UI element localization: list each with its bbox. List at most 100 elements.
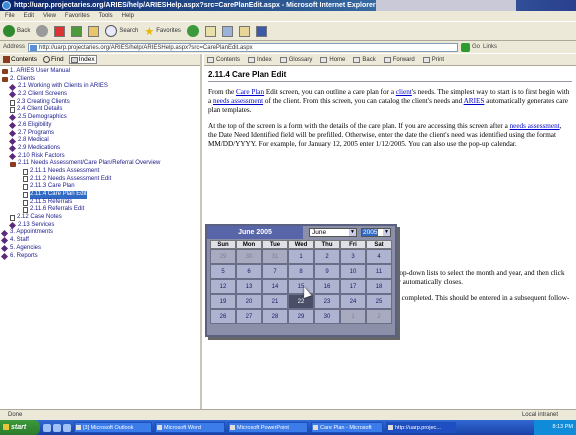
tab-contents[interactable]: Contents xyxy=(2,56,38,63)
tab-find[interactable]: Find xyxy=(42,56,65,63)
tree-item[interactable]: 2.2 Client Screens xyxy=(2,91,198,99)
year-select[interactable]: 2005 ▼ xyxy=(361,228,391,237)
tree-item[interactable]: 2.11.5 Referrals xyxy=(2,199,198,207)
calendar-day[interactable]: 9 xyxy=(314,264,340,279)
folder-icon[interactable] xyxy=(238,25,250,37)
calendar-day[interactable]: 14 xyxy=(262,279,288,294)
link-client[interactable]: client xyxy=(396,88,412,96)
calendar-day[interactable]: 27 xyxy=(236,309,262,324)
calendar-day[interactable]: 25 xyxy=(366,294,392,309)
mail-icon[interactable] xyxy=(204,25,216,37)
menu-file[interactable]: File xyxy=(5,11,15,21)
tree-item[interactable]: 2.4 Client Details xyxy=(2,106,198,114)
search-button[interactable]: Search xyxy=(105,25,138,37)
tree-item[interactable]: 2.8 Medical xyxy=(2,137,198,145)
calendar-day[interactable]: 2 xyxy=(366,309,392,324)
calendar-day[interactable]: 21 xyxy=(262,294,288,309)
calendar-day[interactable]: 7 xyxy=(262,264,288,279)
refresh-icon[interactable] xyxy=(71,25,83,37)
tree-item[interactable]: 2.11.6 Referrals Edit xyxy=(2,206,198,214)
calendar-day[interactable]: 30 xyxy=(314,309,340,324)
calendar-day[interactable]: 29 xyxy=(210,249,236,264)
help-forward-button[interactable]: Forward xyxy=(383,56,415,63)
back-button[interactable]: Back xyxy=(3,25,30,37)
calendar-day[interactable]: 3 xyxy=(340,249,366,264)
calendar-day[interactable]: 26 xyxy=(210,309,236,324)
help-index-button[interactable]: Index xyxy=(248,56,272,63)
calendar-day[interactable]: 6 xyxy=(236,264,262,279)
menu-view[interactable]: View xyxy=(43,11,56,21)
tree-item[interactable]: 2. Clients xyxy=(2,76,198,84)
tree-item[interactable]: 3. Appointments xyxy=(0,229,198,237)
messenger-icon[interactable] xyxy=(255,25,267,37)
calendar-day[interactable]: 4 xyxy=(366,249,392,264)
help-glossary-button[interactable]: Glossary xyxy=(279,56,312,63)
calendar-day[interactable]: 17 xyxy=(340,279,366,294)
calendar-day[interactable]: 18 xyxy=(366,279,392,294)
tree-item[interactable]: 2.9 Medications xyxy=(2,145,198,153)
tree-item[interactable]: 2.11 Needs Assessment/Care Plan/Referral… xyxy=(2,160,198,168)
tree-item[interactable]: 2.5 Demographics xyxy=(2,114,198,122)
quick-launch-desktop-icon[interactable] xyxy=(63,423,71,432)
tree-item[interactable]: 2.11.4 Care Plan Edit xyxy=(2,191,198,199)
tree-item[interactable]: 5. Agencies xyxy=(0,245,198,253)
tree-item[interactable]: 2.11.2 Needs Assessment Edit xyxy=(2,176,198,184)
link-needs-assessment[interactable]: needs assessment xyxy=(213,97,263,105)
calendar-day[interactable]: 8 xyxy=(288,264,314,279)
calendar-day[interactable]: 24 xyxy=(340,294,366,309)
task-care-plan[interactable]: Care Plan - Microsoft xyxy=(311,422,383,433)
calendar-day[interactable]: 1 xyxy=(340,309,366,324)
help-home-button[interactable]: Home xyxy=(320,56,345,63)
link-aries[interactable]: ARIES xyxy=(464,97,485,105)
link-care-plan[interactable]: Care Plan xyxy=(236,88,264,96)
tree-item[interactable]: 2.10 Risk Factors xyxy=(2,153,198,161)
quick-launch-ie-icon[interactable] xyxy=(43,423,51,432)
menu-help[interactable]: Help xyxy=(122,11,134,21)
calendar-day[interactable]: 12 xyxy=(210,279,236,294)
tree-item[interactable]: 2.11.1 Needs Assessment xyxy=(2,168,198,176)
tree-item[interactable]: 4. Staff xyxy=(0,237,198,245)
task-word[interactable]: Microsoft Word xyxy=(155,422,225,433)
calendar-day[interactable]: 5 xyxy=(210,264,236,279)
tree-item[interactable]: 2.3 Creating Clients xyxy=(2,99,198,107)
home-icon[interactable] xyxy=(88,25,100,37)
tree-item[interactable]: 2.6 Eligibility xyxy=(2,122,198,130)
tree-item[interactable]: 1. ARIES User Manual xyxy=(2,68,198,76)
calendar-day[interactable]: 10 xyxy=(340,264,366,279)
calendar-day[interactable]: 11 xyxy=(366,264,392,279)
calendar-day[interactable]: 22 xyxy=(288,294,314,309)
calendar-day[interactable]: 19 xyxy=(210,294,236,309)
calendar-day[interactable]: 29 xyxy=(288,309,314,324)
tree-item[interactable]: 2.7 Programs xyxy=(2,130,198,138)
menu-edit[interactable]: Edit xyxy=(24,11,34,21)
start-button[interactable]: start xyxy=(0,420,40,435)
link-needs-assessment-2[interactable]: needs assessment xyxy=(510,122,560,130)
history-icon[interactable] xyxy=(186,25,199,37)
calendar-day[interactable]: 13 xyxy=(236,279,262,294)
address-input[interactable]: http://uarp.projectaries.org/ARIES/help/… xyxy=(28,42,459,52)
stop-icon[interactable] xyxy=(54,25,66,37)
tree-item[interactable]: 2.12 Case Notes xyxy=(2,214,198,222)
calendar-day[interactable]: 31 xyxy=(262,249,288,264)
calendar-day[interactable]: 1 xyxy=(288,249,314,264)
calendar-day[interactable]: 2 xyxy=(314,249,340,264)
tree-item[interactable]: 2.1 Working with Clients in ARIES xyxy=(2,83,198,91)
calendar-day[interactable]: 16 xyxy=(314,279,340,294)
calendar-day[interactable]: 28 xyxy=(262,309,288,324)
task-powerpoint[interactable]: Microsoft PowerPoint xyxy=(228,422,308,433)
quick-launch-outlook-icon[interactable] xyxy=(53,423,61,432)
help-contents-button[interactable]: Contents xyxy=(207,56,240,63)
print-icon[interactable] xyxy=(221,25,233,37)
calendar-day[interactable]: 23 xyxy=(314,294,340,309)
tree-item[interactable]: 2.11.3 Care Plan xyxy=(2,183,198,191)
help-print-button[interactable]: Print xyxy=(422,56,444,63)
links-label[interactable]: Links xyxy=(483,44,497,50)
calendar-day[interactable]: 30 xyxy=(236,249,262,264)
go-button[interactable]: Go xyxy=(461,42,480,52)
month-select[interactable]: June ▼ xyxy=(309,228,357,237)
task-help-browser[interactable]: http://uarp.projec... xyxy=(386,422,456,433)
tab-index[interactable]: Index xyxy=(68,55,97,64)
task-outlook[interactable]: [3] Microsoft Outlook xyxy=(74,422,152,433)
favorites-button[interactable]: ★ Favorites xyxy=(144,25,181,38)
tree-item[interactable]: 2.13 Services xyxy=(2,222,198,230)
